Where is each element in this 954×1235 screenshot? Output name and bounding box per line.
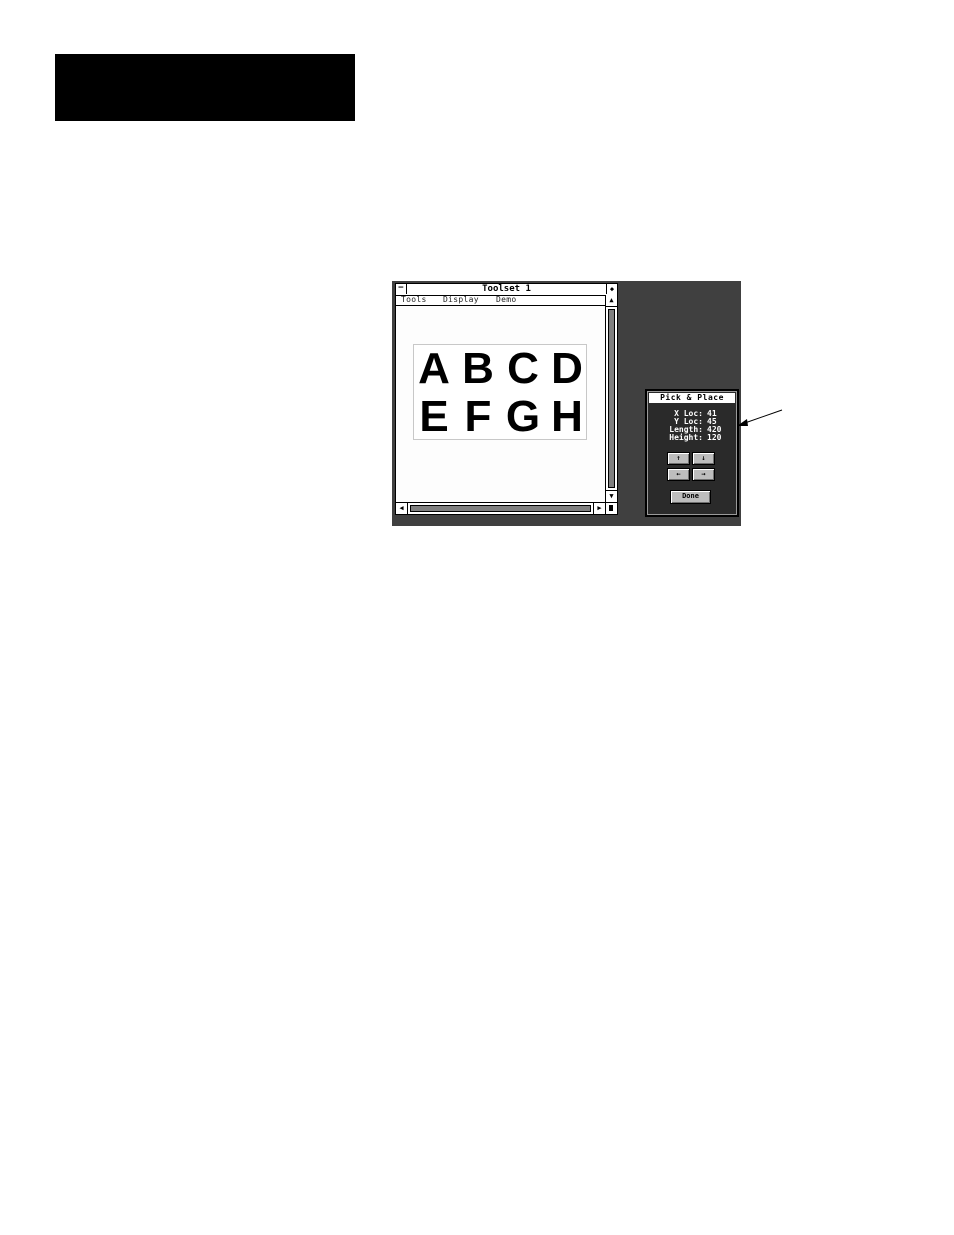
menu-display[interactable]: Display [443, 295, 479, 304]
letter-b: B [462, 344, 494, 393]
toolset-window: − Toolset 1 ◆ Tools Display Demo A B C D… [395, 283, 618, 515]
arrow-left-icon: ← [676, 470, 681, 478]
menu-tools[interactable]: Tools [401, 295, 427, 304]
move-up-button[interactable]: ↑ [667, 452, 690, 465]
arrow-right-icon: → [701, 470, 706, 478]
letter-a: A [418, 344, 450, 393]
letter-e: E [419, 392, 449, 441]
letter-d: D [551, 344, 583, 393]
arrow-up-icon: ↑ [676, 454, 681, 462]
maximize-icon[interactable]: ◆ [606, 284, 617, 294]
menu-bar: Tools Display Demo [396, 295, 605, 306]
sample-image[interactable]: A B C D E F G H [413, 344, 587, 440]
letter-f: F [464, 392, 492, 441]
callout-arrow [737, 409, 783, 426]
height-field: Height: 120 [651, 434, 737, 442]
move-right-button[interactable]: → [692, 468, 715, 481]
screen-capture: − Toolset 1 ◆ Tools Display Demo A B C D… [392, 281, 741, 526]
scroll-right-icon[interactable]: ▶ [593, 503, 605, 514]
system-menu-icon[interactable]: − [396, 284, 407, 294]
scroll-left-icon[interactable]: ◀ [396, 503, 408, 514]
image-view: A B C D E F G H [396, 306, 605, 502]
arrow-down-icon: ↓ [701, 454, 706, 462]
letter-h: H [551, 392, 583, 441]
move-left-button[interactable]: ← [667, 468, 690, 481]
pick-place-dialog: Pick & Place X Loc: 41 Y Loc: 45 Length:… [645, 389, 739, 517]
height-value: 120 [707, 433, 722, 442]
done-button[interactable]: Done [670, 490, 711, 504]
scroll-down-icon[interactable]: ▼ [606, 490, 617, 502]
height-label: Height: [669, 433, 703, 442]
vertical-scroll-thumb[interactable] [608, 309, 615, 488]
dialog-title: Pick & Place [649, 393, 735, 403]
scroll-up-icon[interactable]: ▲ [606, 295, 617, 307]
menu-demo[interactable]: Demo [496, 295, 516, 304]
callout-line [741, 409, 783, 425]
letter-c: C [507, 344, 539, 393]
resize-grip-icon[interactable] [605, 502, 617, 514]
move-down-button[interactable]: ↓ [692, 452, 715, 465]
vertical-scrollbar[interactable]: ▲ ▼ [605, 295, 617, 502]
window-title: Toolset 1 [482, 284, 531, 294]
horizontal-scroll-thumb[interactable] [410, 505, 591, 512]
letter-g: G [505, 392, 541, 441]
chapter-header-bar [55, 54, 355, 121]
horizontal-scrollbar[interactable]: ◀ ▶ [396, 502, 605, 514]
